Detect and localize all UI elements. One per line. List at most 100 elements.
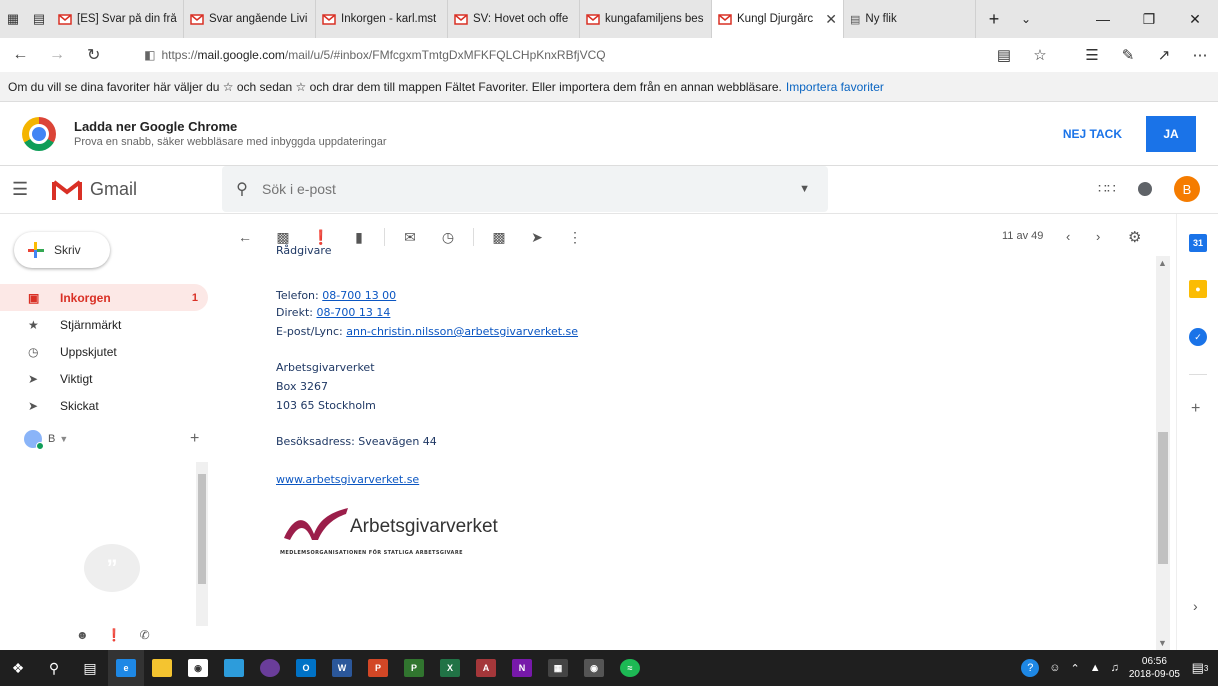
website-link[interactable]: www.arbetsgivarverket.se — [276, 473, 419, 486]
new-tab-button[interactable]: + — [976, 0, 1012, 38]
gmail-logo[interactable]: Gmail — [52, 179, 137, 201]
favorite-star-icon[interactable]: ☆ — [1022, 46, 1058, 64]
nav-item-snoozed[interactable]: ◷ Uppskjutet — [0, 338, 208, 365]
tasks-icon[interactable]: ✓ — [1189, 328, 1207, 346]
browser-tab[interactable]: ▤ Ny flik — [844, 0, 976, 38]
browser-tab[interactable]: kungafamiljens bes — [580, 0, 712, 38]
hangouts-user[interactable]: B ▼ — [24, 430, 68, 450]
snooze-icon[interactable]: ◷ — [435, 229, 461, 246]
minimize-button[interactable]: — — [1080, 0, 1126, 38]
search-options-caret-icon[interactable]: ▼ — [799, 183, 810, 195]
decline-button[interactable]: NEJ TACK — [1039, 127, 1146, 141]
nav-item-important[interactable]: ➤ Viktigt — [0, 365, 208, 392]
taskbar-spotify[interactable]: ≈ — [612, 650, 648, 686]
share-icon[interactable]: ↗ — [1146, 46, 1182, 64]
notification-center-icon[interactable]: ▤ 3 — [1190, 658, 1210, 678]
email-link[interactable]: ann-christin.nilsson@arbetsgivarverket.s… — [346, 325, 578, 338]
more-icon[interactable]: ⋯ — [1182, 46, 1218, 64]
favorites-hub-icon[interactable]: ☰ — [1074, 46, 1110, 64]
start-button[interactable]: ❖ — [0, 650, 36, 686]
tab-preview-icon[interactable]: ▦ — [0, 0, 26, 38]
label-icon[interactable]: ➤ — [524, 229, 550, 246]
back-to-inbox-icon[interactable]: ← — [232, 229, 258, 245]
search-input[interactable] — [262, 181, 762, 197]
tab-list-chevron-icon[interactable]: ⌄ — [1012, 0, 1040, 38]
taskbar-store[interactable]: ◉ — [180, 650, 216, 686]
older-chevron-icon[interactable]: › — [1096, 229, 1100, 244]
hangouts-scroll-thumb[interactable] — [198, 474, 206, 584]
taskbar-project[interactable]: P — [396, 650, 432, 686]
scroll-down-icon[interactable]: ▼ — [1158, 638, 1167, 648]
reading-view-icon[interactable]: ▤ — [986, 46, 1022, 64]
taskbar-edge[interactable]: e — [108, 650, 144, 686]
notifications-icon[interactable] — [1138, 182, 1152, 196]
delete-icon[interactable]: ▮ — [346, 229, 372, 246]
refresh-icon[interactable]: ↻ — [79, 45, 108, 65]
move-to-icon[interactable]: ▩ — [486, 229, 512, 246]
browser-tab[interactable]: Inkorgen - karl.mst — [316, 0, 448, 38]
back-arrow-icon[interactable]: ← — [6, 46, 35, 64]
browser-tab[interactable]: [ES] Svar på din frå — [52, 0, 184, 38]
taskbar-app[interactable] — [252, 650, 288, 686]
search-box[interactable]: ⚲ ▼ — [222, 166, 828, 212]
hangouts-scrollbar[interactable] — [196, 462, 208, 626]
account-avatar[interactable]: B — [1174, 176, 1200, 202]
import-favorites-link[interactable]: Importera favoriter — [786, 80, 884, 94]
pen-icon[interactable]: ✎ — [1110, 46, 1146, 64]
settings-gear-icon[interactable]: ⚙ — [1128, 228, 1141, 246]
browser-tab[interactable]: Svar angående Livi — [184, 0, 316, 38]
search-icon[interactable]: ⚲ — [222, 179, 262, 199]
nav-item-starred[interactable]: ★ Stjärnmärkt — [0, 311, 208, 338]
browser-tab-active[interactable]: Kungl Djurgårc ✕ — [712, 0, 844, 38]
network-icon[interactable]: ▲ — [1090, 662, 1101, 674]
nav-item-inbox[interactable]: ▣ Inkorgen 1 — [0, 284, 208, 311]
scroll-up-icon[interactable]: ▲ — [1158, 258, 1167, 268]
expand-panel-chevron-icon[interactable]: › — [1193, 598, 1198, 614]
task-view-icon[interactable]: ▤ — [72, 650, 108, 686]
hangouts-tab-icon[interactable]: ❗ — [107, 628, 122, 642]
taskbar-word[interactable]: W — [324, 650, 360, 686]
report-spam-icon[interactable]: ❗ — [308, 229, 334, 246]
taskbar-access[interactable]: A — [468, 650, 504, 686]
address-bar[interactable]: ◧ https://mail.google.com/mail/u/5/#inbo… — [144, 48, 986, 62]
people-icon[interactable]: ☺ — [1049, 662, 1060, 674]
contacts-tab-icon[interactable]: ☻ — [76, 628, 89, 642]
browser-tab[interactable]: SV: Hovet och offe — [448, 0, 580, 38]
calendar-icon[interactable]: 31 — [1189, 234, 1207, 252]
message-scrollbar[interactable]: ▲ ▼ — [1156, 256, 1170, 650]
apps-grid-icon[interactable]: ∷∷ — [1098, 180, 1116, 197]
more-options-icon[interactable]: ⋮ — [562, 229, 588, 246]
hangouts-dropdown-icon[interactable]: ▼ — [59, 434, 68, 444]
taskbar-search-icon[interactable]: ⚲ — [36, 650, 72, 686]
tray-chevron-up-icon[interactable]: ⌃ — [1070, 662, 1079, 675]
taskbar-app[interactable] — [216, 650, 252, 686]
volume-icon[interactable]: ♫ — [1111, 662, 1119, 674]
taskbar-powerpoint[interactable]: P — [360, 650, 396, 686]
keep-icon[interactable]: ● — [1189, 280, 1207, 298]
archive-icon[interactable]: ▩ — [270, 229, 296, 246]
main-menu-icon[interactable]: ☰ — [12, 179, 32, 200]
close-tab-icon[interactable]: ✕ — [825, 11, 837, 28]
restore-button[interactable]: ❐ — [1126, 0, 1172, 38]
nav-item-sent[interactable]: ➤ Skickat — [0, 392, 208, 419]
taskbar-onenote[interactable]: N — [504, 650, 540, 686]
taskbar-explorer[interactable] — [144, 650, 180, 686]
get-addons-icon[interactable]: + — [1191, 400, 1200, 418]
mark-unread-icon[interactable]: ✉ — [397, 229, 423, 246]
help-icon[interactable]: ? — [1021, 659, 1040, 677]
close-window-button[interactable]: ✕ — [1172, 0, 1218, 38]
set-aside-tabs-icon[interactable]: ▤ — [26, 0, 52, 38]
taskbar-excel[interactable]: X — [432, 650, 468, 686]
compose-button[interactable]: Skriv — [14, 232, 110, 268]
forward-arrow-icon[interactable]: → — [43, 46, 72, 64]
phone-tab-icon[interactable]: ✆ — [140, 628, 150, 642]
phone-link[interactable]: 08-700 13 00 — [322, 289, 396, 302]
newer-chevron-icon[interactable]: ‹ — [1066, 229, 1070, 244]
add-contact-icon[interactable]: + — [190, 430, 199, 448]
taskbar-outlook[interactable]: O — [288, 650, 324, 686]
taskbar-camera[interactable]: ◉ — [576, 650, 612, 686]
taskbar-clock[interactable]: 06:56 2018-09-05 — [1129, 655, 1180, 681]
direct-link[interactable]: 08-700 13 14 — [316, 306, 390, 319]
message-scroll-thumb[interactable] — [1158, 432, 1168, 564]
taskbar-calendar[interactable]: ▦ — [540, 650, 576, 686]
